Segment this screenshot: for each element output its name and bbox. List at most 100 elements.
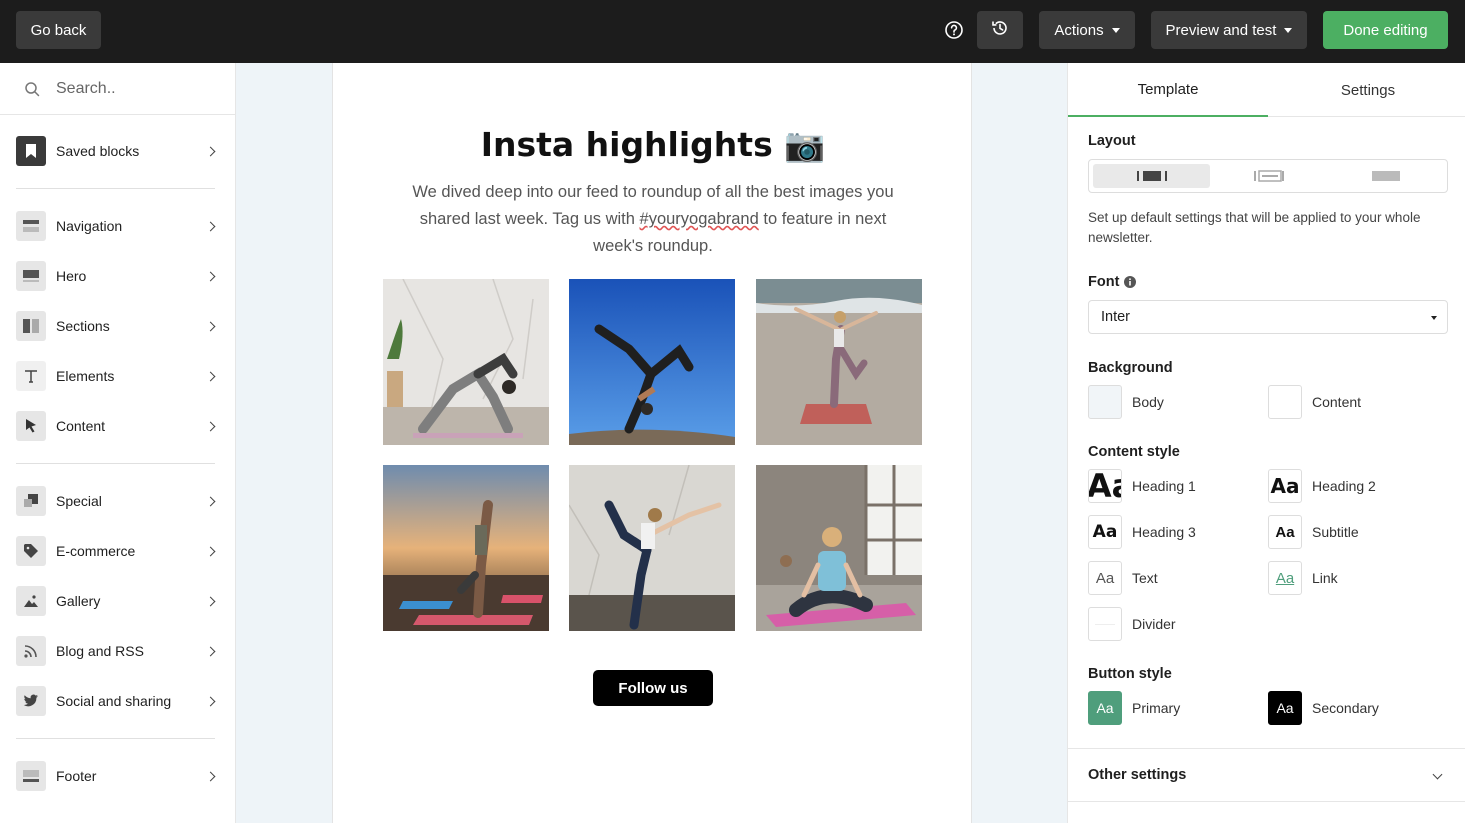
email-paragraph[interactable]: We dived deep into our feed to roundup o… <box>393 179 913 260</box>
sidebar-item-label: E-commerce <box>56 543 136 559</box>
question-circle-icon[interactable] <box>942 18 966 42</box>
divider <box>16 738 215 739</box>
email-title[interactable]: Insta highlights 📷 <box>333 125 973 165</box>
sidebar-item-label: Blog and RSS <box>56 643 144 659</box>
chevron-right-icon <box>205 221 216 231</box>
divider <box>16 463 215 464</box>
sidebar-item-label: Elements <box>56 368 115 384</box>
chevron-right-icon <box>205 646 216 656</box>
layout-selector <box>1088 159 1448 193</box>
style-divider[interactable]: Divider <box>1088 607 1176 641</box>
sidebar-item-label: Content <box>56 418 106 434</box>
sidebar-item-elements[interactable]: Elements <box>16 361 220 391</box>
yoga-photo-4[interactable] <box>383 465 549 631</box>
info-icon[interactable] <box>1124 276 1137 288</box>
sidebar-item-special[interactable]: Special <box>16 486 220 516</box>
special-icon <box>16 486 46 516</box>
sidebar-item-navigation[interactable]: Navigation <box>16 211 220 241</box>
layout-help-text: Set up default settings that will be app… <box>1088 210 1421 245</box>
caret-down-icon <box>1111 27 1120 33</box>
panel-tabs: Template Settings <box>1068 63 1465 117</box>
sidebar-item-hero[interactable]: Hero <box>16 261 220 291</box>
font-select-value: Inter <box>1101 309 1131 325</box>
style-text[interactable]: Aa Text <box>1088 561 1158 595</box>
style-heading1[interactable]: Aa Heading 1 <box>1088 469 1196 503</box>
style-link[interactable]: Aa Link <box>1268 561 1338 595</box>
other-settings-label: Other settings <box>1088 767 1187 783</box>
button-style-secondary[interactable]: Aa Secondary <box>1268 691 1379 725</box>
caret-down-icon <box>1431 316 1437 320</box>
style-subtitle[interactable]: Aa Subtitle <box>1268 515 1359 549</box>
actions-dropdown[interactable]: Actions <box>1039 11 1135 49</box>
style-heading3[interactable]: Aa Heading 3 <box>1088 515 1196 549</box>
yoga-photo-2[interactable] <box>569 279 735 445</box>
sidebar-item-label: Saved blocks <box>56 143 140 159</box>
top-toolbar: Go back Actions Preview and test Done ed… <box>0 0 1465 63</box>
layout-option-full[interactable] <box>1327 164 1444 188</box>
yoga-photo-3[interactable] <box>756 279 922 445</box>
footer-icon <box>16 761 46 791</box>
swatch-label: Primary <box>1132 700 1181 716</box>
swatch-label: Heading 1 <box>1132 478 1196 494</box>
settings-panel: Template Settings Layout Set up default … <box>1067 63 1465 823</box>
layout-full-icon <box>1371 171 1400 181</box>
email-content[interactable]: Insta highlights 📷 We dived deep into ou… <box>332 63 972 823</box>
background-content-option[interactable]: Content <box>1268 385 1361 419</box>
layout-option-wide[interactable] <box>1210 164 1327 188</box>
yoga-photo-1[interactable] <box>383 279 549 445</box>
chevron-right-icon <box>205 421 216 431</box>
sidebar-item-content[interactable]: Content <box>16 411 220 441</box>
twitter-icon <box>16 686 46 716</box>
tab-settings[interactable]: Settings <box>1268 63 1465 117</box>
secondary-button-preview: Aa <box>1268 691 1302 725</box>
swatch-label: Subtitle <box>1312 524 1359 540</box>
history-button[interactable] <box>977 11 1023 49</box>
chevron-right-icon <box>205 696 216 706</box>
body-color-swatch[interactable] <box>1088 385 1122 419</box>
yoga-photo-6[interactable] <box>756 465 922 631</box>
swatch-label: Link <box>1312 570 1338 586</box>
sidebar-item-saved-blocks[interactable]: Saved blocks <box>16 136 220 166</box>
layout-option-narrow[interactable] <box>1093 164 1210 188</box>
tab-template[interactable]: Template <box>1068 63 1268 117</box>
swatch-label: Text <box>1132 570 1158 586</box>
background-body-option[interactable]: Body <box>1088 385 1164 419</box>
sidebar-item-label: Sections <box>56 318 110 334</box>
actions-label: Actions <box>1054 21 1104 39</box>
go-back-button[interactable]: Go back <box>16 11 101 49</box>
background-label: Background <box>1088 360 1173 376</box>
sidebar-item-label: Social and sharing <box>56 693 172 709</box>
primary-button-preview: Aa <box>1088 691 1122 725</box>
swatch-label: Divider <box>1132 616 1176 632</box>
font-select[interactable]: Inter <box>1088 300 1448 334</box>
follow-us-button[interactable]: Follow us <box>593 670 713 706</box>
button-style-label: Button style <box>1088 666 1172 682</box>
search-input[interactable] <box>56 79 226 98</box>
history-icon <box>990 18 1010 42</box>
sidebar-item-gallery[interactable]: Gallery <box>16 586 220 616</box>
sidebar-item-footer[interactable]: Footer <box>16 761 220 791</box>
done-editing-button[interactable]: Done editing <box>1323 11 1448 49</box>
chevron-right-icon <box>205 546 216 556</box>
caret-down-icon <box>1284 27 1293 33</box>
chevron-right-icon <box>205 271 216 281</box>
content-style-label: Content style <box>1088 444 1180 460</box>
yoga-photo-5[interactable] <box>569 465 735 631</box>
sidebar-item-blog-and-rss[interactable]: Blog and RSS <box>16 636 220 666</box>
font-label-row: Font <box>1088 274 1137 290</box>
sidebar-item-social-and-sharing[interactable]: Social and sharing <box>16 686 220 716</box>
content-color-swatch[interactable] <box>1268 385 1302 419</box>
chevron-right-icon <box>205 596 216 606</box>
sidebar-item-label: Hero <box>56 268 87 284</box>
blocks-sidebar: Saved blocks Navigation Hero Sections El… <box>0 63 236 823</box>
other-settings-accordion[interactable]: Other settings <box>1068 748 1465 802</box>
sidebar-item-e-commerce[interactable]: E-commerce <box>16 536 220 566</box>
button-style-primary[interactable]: Aa Primary <box>1088 691 1180 725</box>
preview-and-test-dropdown[interactable]: Preview and test <box>1151 11 1307 49</box>
sidebar-item-label: Gallery <box>56 593 101 609</box>
style-heading2[interactable]: Aa Heading 2 <box>1268 469 1376 503</box>
cursor-icon <box>16 411 46 441</box>
sidebar-item-sections[interactable]: Sections <box>16 311 220 341</box>
chevron-right-icon <box>205 321 216 331</box>
layout-label: Layout <box>1088 133 1136 149</box>
